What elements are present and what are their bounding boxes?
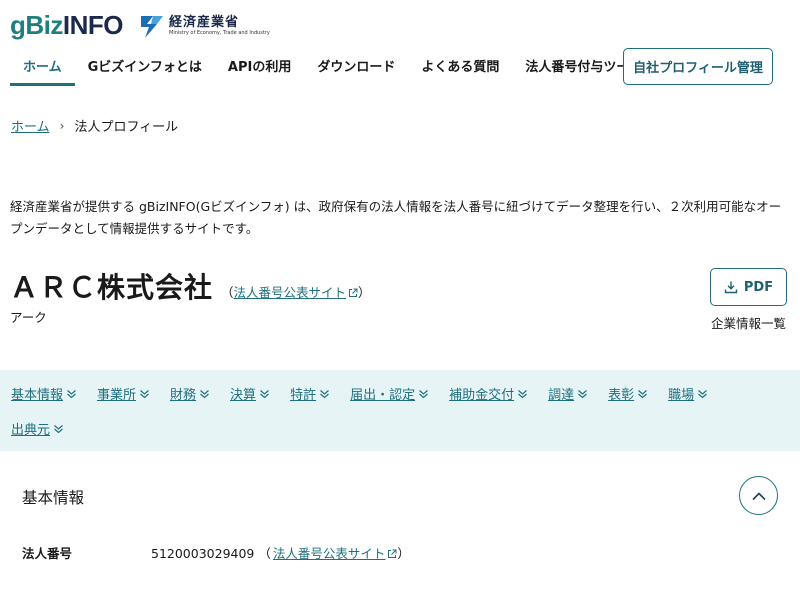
corp-number-site-link-label: 法人番号公表サイト (233, 285, 347, 300)
double-chevron-down-icon (140, 389, 149, 398)
tab-offices[interactable]: 事業所 (97, 384, 150, 403)
double-chevron-down-icon (200, 389, 209, 398)
tab-label: 表彰 (608, 388, 635, 403)
meti-mark-icon (141, 15, 163, 38)
pdf-download-button[interactable]: PDF (710, 268, 787, 306)
site-header: gBizINFO 経済産業省 Ministry of Economy, Trad… (0, 0, 800, 92)
nav-about[interactable]: Gビズインフォとは (75, 48, 215, 86)
paren-open: （ (221, 285, 234, 300)
external-link-icon (388, 549, 397, 558)
corp-number-site-link-row[interactable]: 法人番号公表サイト (273, 546, 398, 561)
pdf-caption: 企業情報一覧 (711, 316, 787, 331)
download-icon (724, 281, 738, 294)
tab-label: 特許 (290, 388, 317, 403)
double-chevron-down-icon (260, 389, 269, 398)
collapse-section-button[interactable] (739, 476, 778, 515)
logo-info: INFO (62, 10, 124, 40)
meti-text: 経済産業省 Ministry of Economy, Trade and Ind… (169, 16, 270, 36)
breadcrumb-home-link[interactable]: ホーム (11, 116, 50, 135)
tab-label: 基本情報 (11, 388, 64, 403)
nav-api[interactable]: APIの利用 (215, 48, 304, 86)
tab-label: 財務 (170, 388, 197, 403)
tab-workplace[interactable]: 職場 (668, 384, 708, 403)
nav-home[interactable]: ホーム (10, 48, 75, 86)
company-name: ＡＲＣ株式会社 (10, 271, 214, 304)
own-profile-button[interactable]: 自社プロフィール管理 (623, 48, 773, 85)
paren-close: ） (358, 285, 371, 300)
tab-procurement[interactable]: 調達 (548, 384, 588, 403)
logo-g: g (10, 10, 26, 40)
breadcrumb-current: 法人プロフィール (74, 120, 179, 135)
nav-download[interactable]: ダウンロード (304, 48, 408, 86)
double-chevron-down-icon (638, 389, 648, 398)
external-link-icon (349, 288, 358, 297)
company-heading: ＡＲＣ株式会社 （法人番号公表サイト ） (10, 266, 371, 306)
pdf-button-label: PDF (743, 279, 774, 295)
double-chevron-down-icon (518, 389, 528, 398)
nav-faq[interactable]: よくある質問 (408, 48, 512, 86)
company-corp-site: （法人番号公表サイト ） (221, 282, 371, 301)
breadcrumb-separator: › (59, 118, 65, 133)
corp-number-value: 5120003029409 (151, 546, 255, 561)
tab-patents[interactable]: 特許 (290, 384, 330, 403)
tab-basic-info[interactable]: 基本情報 (11, 384, 77, 403)
tab-settlement[interactable]: 決算 (230, 384, 270, 403)
main-nav: ホーム Gビズインフォとは APIの利用 ダウンロード よくある質問 法人番号付… (10, 48, 655, 86)
field-label-corp-number: 法人番号 (22, 546, 73, 561)
double-chevron-down-icon (67, 389, 76, 398)
tab-label: 出典元 (11, 423, 51, 438)
paren-open: （ (258, 546, 271, 561)
breadcrumb: ホーム › 法人プロフィール (11, 116, 179, 136)
tab-label: 職場 (668, 388, 695, 403)
double-chevron-down-icon (54, 424, 63, 433)
double-chevron-down-icon (320, 389, 329, 398)
ministry-name-jp: 経済産業省 (169, 14, 240, 30)
ministry-name-en: Ministry of Economy, Trade and Industry (169, 29, 270, 36)
tab-notifications[interactable]: 届出・認定 (350, 384, 429, 403)
brand-logos: gBizINFO 経済産業省 Ministry of Economy, Trad… (10, 10, 270, 41)
double-chevron-down-icon (578, 389, 588, 398)
tab-sources[interactable]: 出典元 (11, 419, 64, 438)
tab-subsidies[interactable]: 補助金交付 (449, 384, 528, 403)
chevron-up-icon (751, 491, 766, 500)
company-name-kana: アーク (10, 310, 47, 325)
double-chevron-down-icon (419, 389, 428, 398)
double-chevron-down-icon (698, 389, 708, 398)
logo-biz: Biz (25, 10, 63, 40)
tab-label: 届出・認定 (350, 388, 416, 403)
tab-label: 調達 (548, 388, 575, 403)
corp-number-site-link[interactable]: 法人番号公表サイト (234, 285, 359, 300)
meti-logo[interactable]: 経済産業省 Ministry of Economy, Trade and Ind… (137, 12, 270, 40)
tab-finance[interactable]: 財務 (170, 384, 210, 403)
info-category-tabs: 基本情報 事業所 財務 決算 特許 届出・認定 補助金交付 調達 表彰 職場 出… (0, 370, 800, 451)
tab-commendations[interactable]: 表彰 (608, 384, 648, 403)
section-title-basic-info: 基本情報 (22, 489, 85, 507)
site-intro-text: 経済産業省が提供する gBizINFO(Gビズインフォ) は、政府保有の法人情報… (10, 199, 782, 236)
tab-row-2: 出典元 (11, 419, 84, 438)
paren-close: ） (397, 546, 410, 561)
tab-label: 決算 (230, 388, 257, 403)
gbizinfo-logo[interactable]: gBizINFO (10, 10, 124, 41)
tab-label: 補助金交付 (449, 388, 515, 403)
tab-label: 事業所 (97, 388, 137, 403)
corp-number-site-link-label: 法人番号公表サイト (272, 546, 386, 561)
field-value-corp-number: 5120003029409 （法人番号公表サイト ） (151, 543, 410, 562)
tab-row-1: 基本情報 事業所 財務 決算 特許 届出・認定 補助金交付 調達 表彰 職場 (11, 384, 728, 403)
